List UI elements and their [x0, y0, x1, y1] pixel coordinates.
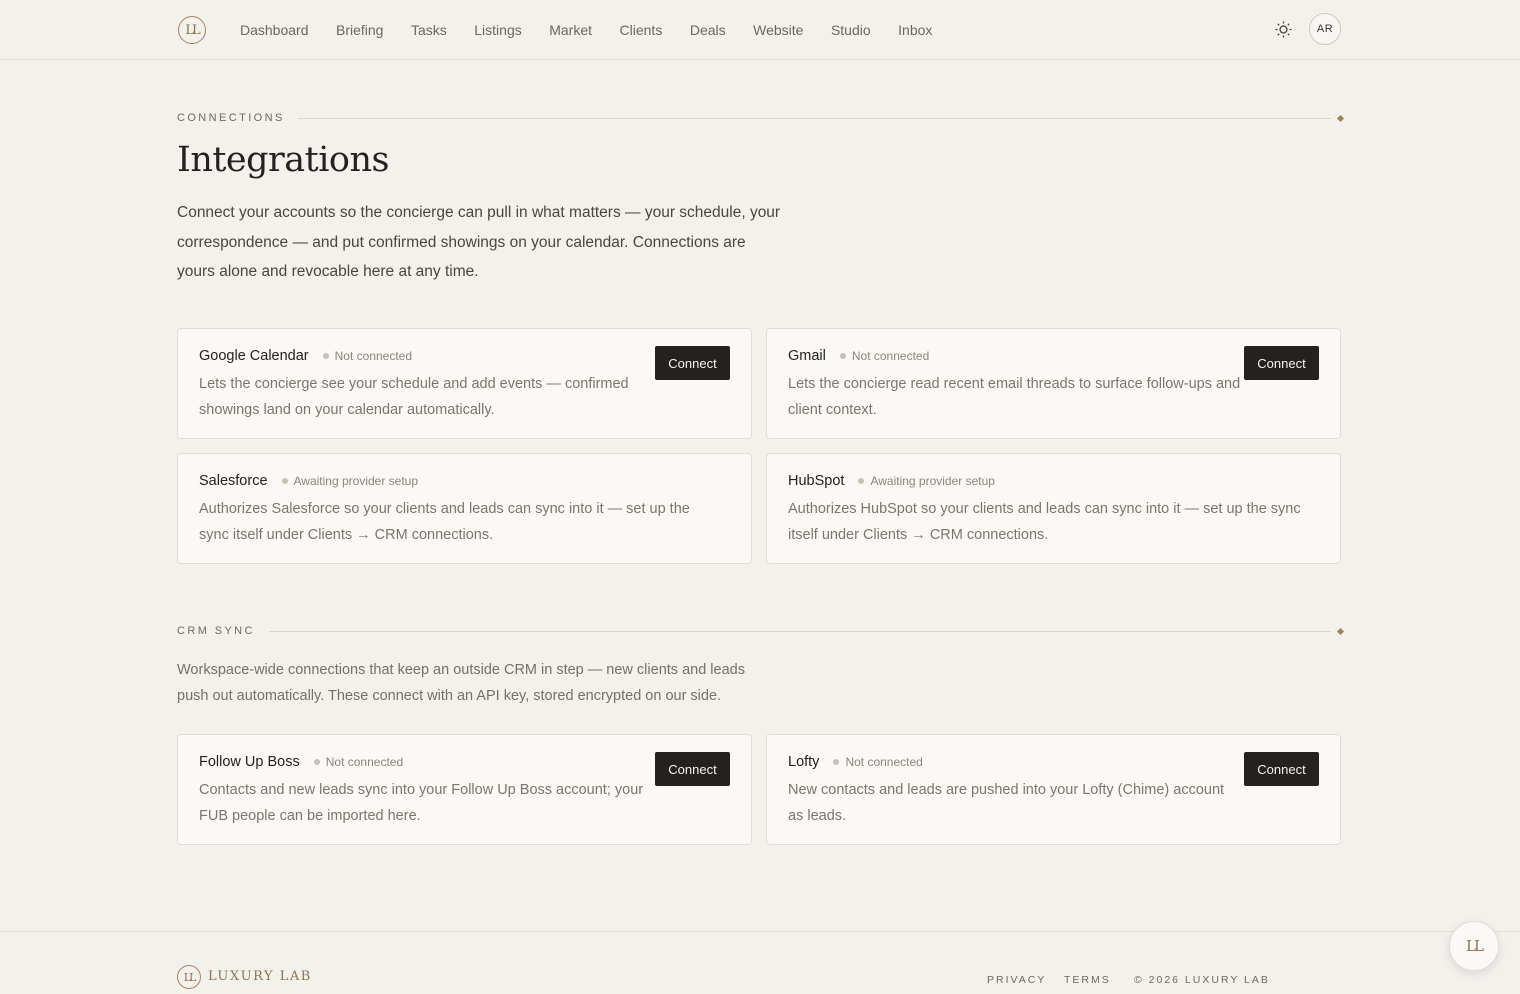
main-nav: Dashboard Briefing Tasks Listings Market… [240, 20, 960, 40]
status-dot-icon [839, 353, 846, 359]
status-dot-icon [322, 353, 329, 359]
status-badge: Not connected [334, 349, 413, 363]
integration-description: Lets the concierge read recent email thr… [788, 376, 1241, 418]
integration-description: Authorizes HubSpot so your clients and l… [788, 501, 1301, 543]
concierge-launcher-button[interactable]: LL [1449, 921, 1499, 971]
crm-sync-eyebrow: CRM SYNC [177, 625, 255, 637]
status-badge: Awaiting provider setup [293, 474, 419, 488]
integration-description: Lets the concierge see your schedule and… [199, 376, 629, 418]
footer-privacy-link[interactable]: PRIVACY [987, 974, 1046, 986]
card-header: HubSpot Awaiting provider setup [788, 473, 995, 489]
brand-monogram: LL [1466, 937, 1484, 955]
status-dot-icon [833, 759, 840, 765]
sun-icon[interactable] [1273, 19, 1294, 40]
card-header: Google Calendar Not connected [199, 348, 412, 364]
nav-item-studio[interactable]: Studio [831, 20, 871, 40]
status-badge: Not connected [845, 755, 923, 769]
integration-name: Lofty [788, 754, 820, 770]
integration-name: Follow Up Boss [199, 754, 300, 770]
connect-follow-up-boss-button[interactable]: Connect [655, 752, 730, 786]
card-header: Salesforce Awaiting provider setup [199, 473, 418, 489]
footer: LL LUXURY LAB PRIVACY TERMS © 2026 LUXUR… [0, 931, 1520, 994]
nav-item-deals[interactable]: Deals [690, 20, 726, 40]
integration-description: Contacts and new leads sync into your Fo… [199, 782, 644, 824]
connect-gmail-button[interactable]: Connect [1244, 346, 1319, 380]
integration-card-google-calendar: Google Calendar Not connected Lets the c… [177, 328, 752, 439]
connect-google-calendar-button[interactable]: Connect [655, 346, 730, 380]
top-navigation-bar: LL Dashboard Briefing Tasks Listings Mar… [0, 0, 1520, 60]
connect-lofty-button[interactable]: Connect [1244, 752, 1319, 786]
user-avatar[interactable]: AR [1309, 13, 1341, 45]
integration-card-salesforce: Salesforce Awaiting provider setup Autho… [177, 453, 752, 564]
status-badge: Awaiting provider setup [870, 474, 995, 488]
integration-description: Authorizes Salesforce so your clients an… [199, 501, 690, 543]
diamond-icon [1336, 627, 1345, 636]
footer-brand-name: LUXURY LAB [208, 969, 312, 984]
integration-card-hubspot: HubSpot Awaiting provider setup Authoriz… [766, 453, 1341, 564]
nav-item-listings[interactable]: Listings [474, 20, 521, 40]
nav-item-inbox[interactable]: Inbox [898, 20, 932, 40]
integration-description: New contacts and leads are pushed into y… [788, 782, 1225, 824]
card-header: Lofty Not connected [788, 754, 923, 770]
card-header: Follow Up Boss Not connected [199, 754, 403, 770]
brand-monogram: LL [183, 970, 197, 984]
status-dot-icon [281, 478, 288, 484]
integration-name: Gmail [788, 348, 826, 364]
connections-eyebrow: CONNECTIONS [177, 112, 285, 124]
brand-logo-icon[interactable]: LL [178, 16, 206, 44]
status-dot-icon [858, 478, 865, 484]
footer-copyright: © 2026 LUXURY LAB [1134, 974, 1270, 986]
integration-name: Google Calendar [199, 348, 309, 364]
nav-item-market[interactable]: Market [549, 20, 592, 40]
page-title: Integrations [177, 140, 389, 180]
nav-item-website[interactable]: Website [753, 20, 803, 40]
integration-card-follow-up-boss: Follow Up Boss Not connected Contacts an… [177, 734, 752, 845]
status-badge: Not connected [325, 755, 404, 769]
crm-sync-description: Workspace-wide connections that keep an … [177, 662, 745, 704]
card-header: Gmail Not connected [788, 348, 929, 364]
brand-monogram: LL [185, 22, 200, 38]
nav-item-tasks[interactable]: Tasks [411, 20, 447, 40]
footer-terms-link[interactable]: TERMS [1064, 974, 1111, 986]
integrations-intro: Connect your accounts so the concierge c… [177, 204, 781, 280]
section-divider [298, 118, 1331, 119]
nav-item-clients[interactable]: Clients [620, 20, 663, 40]
section-divider [269, 631, 1331, 632]
nav-item-briefing[interactable]: Briefing [336, 20, 383, 40]
status-badge: Not connected [851, 349, 930, 363]
integration-name: HubSpot [788, 473, 845, 489]
integration-card-gmail: Gmail Not connected Lets the concierge r… [766, 328, 1341, 439]
integration-card-lofty: Lofty Not connected New contacts and lea… [766, 734, 1341, 845]
status-dot-icon [313, 759, 320, 765]
integration-name: Salesforce [199, 473, 268, 489]
footer-logo-icon[interactable]: LL [177, 965, 201, 989]
diamond-icon [1336, 114, 1345, 123]
nav-item-dashboard[interactable]: Dashboard [240, 20, 309, 40]
